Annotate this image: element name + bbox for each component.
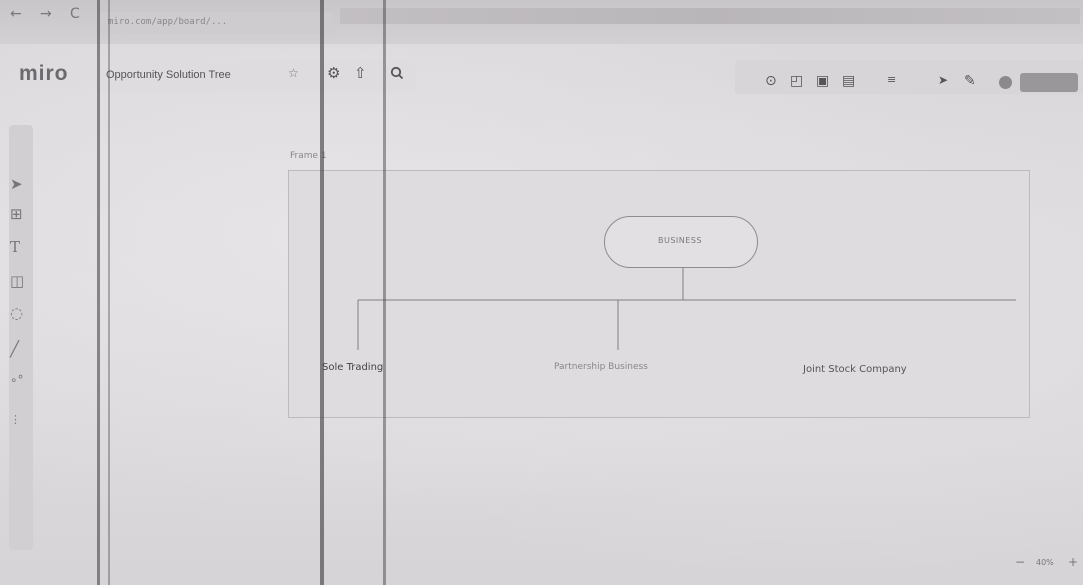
node-partnership-business[interactable]: Partnership Business — [554, 362, 648, 372]
root-node-label: BUSINESS — [658, 236, 702, 245]
connector-lines — [357, 266, 1016, 350]
photo-artifact — [108, 0, 110, 585]
zoom-in-button[interactable]: + — [1068, 555, 1078, 569]
photo-artifact — [383, 0, 386, 585]
node-sole-trading[interactable]: Sole Trading — [322, 362, 383, 373]
photo-artifact — [320, 0, 324, 585]
node-joint-stock-company[interactable]: Joint Stock Company — [803, 364, 907, 375]
photo-artifact — [97, 0, 100, 585]
zoom-level[interactable]: 40% — [1036, 558, 1054, 567]
zoom-out-button[interactable]: − — [1015, 555, 1025, 569]
